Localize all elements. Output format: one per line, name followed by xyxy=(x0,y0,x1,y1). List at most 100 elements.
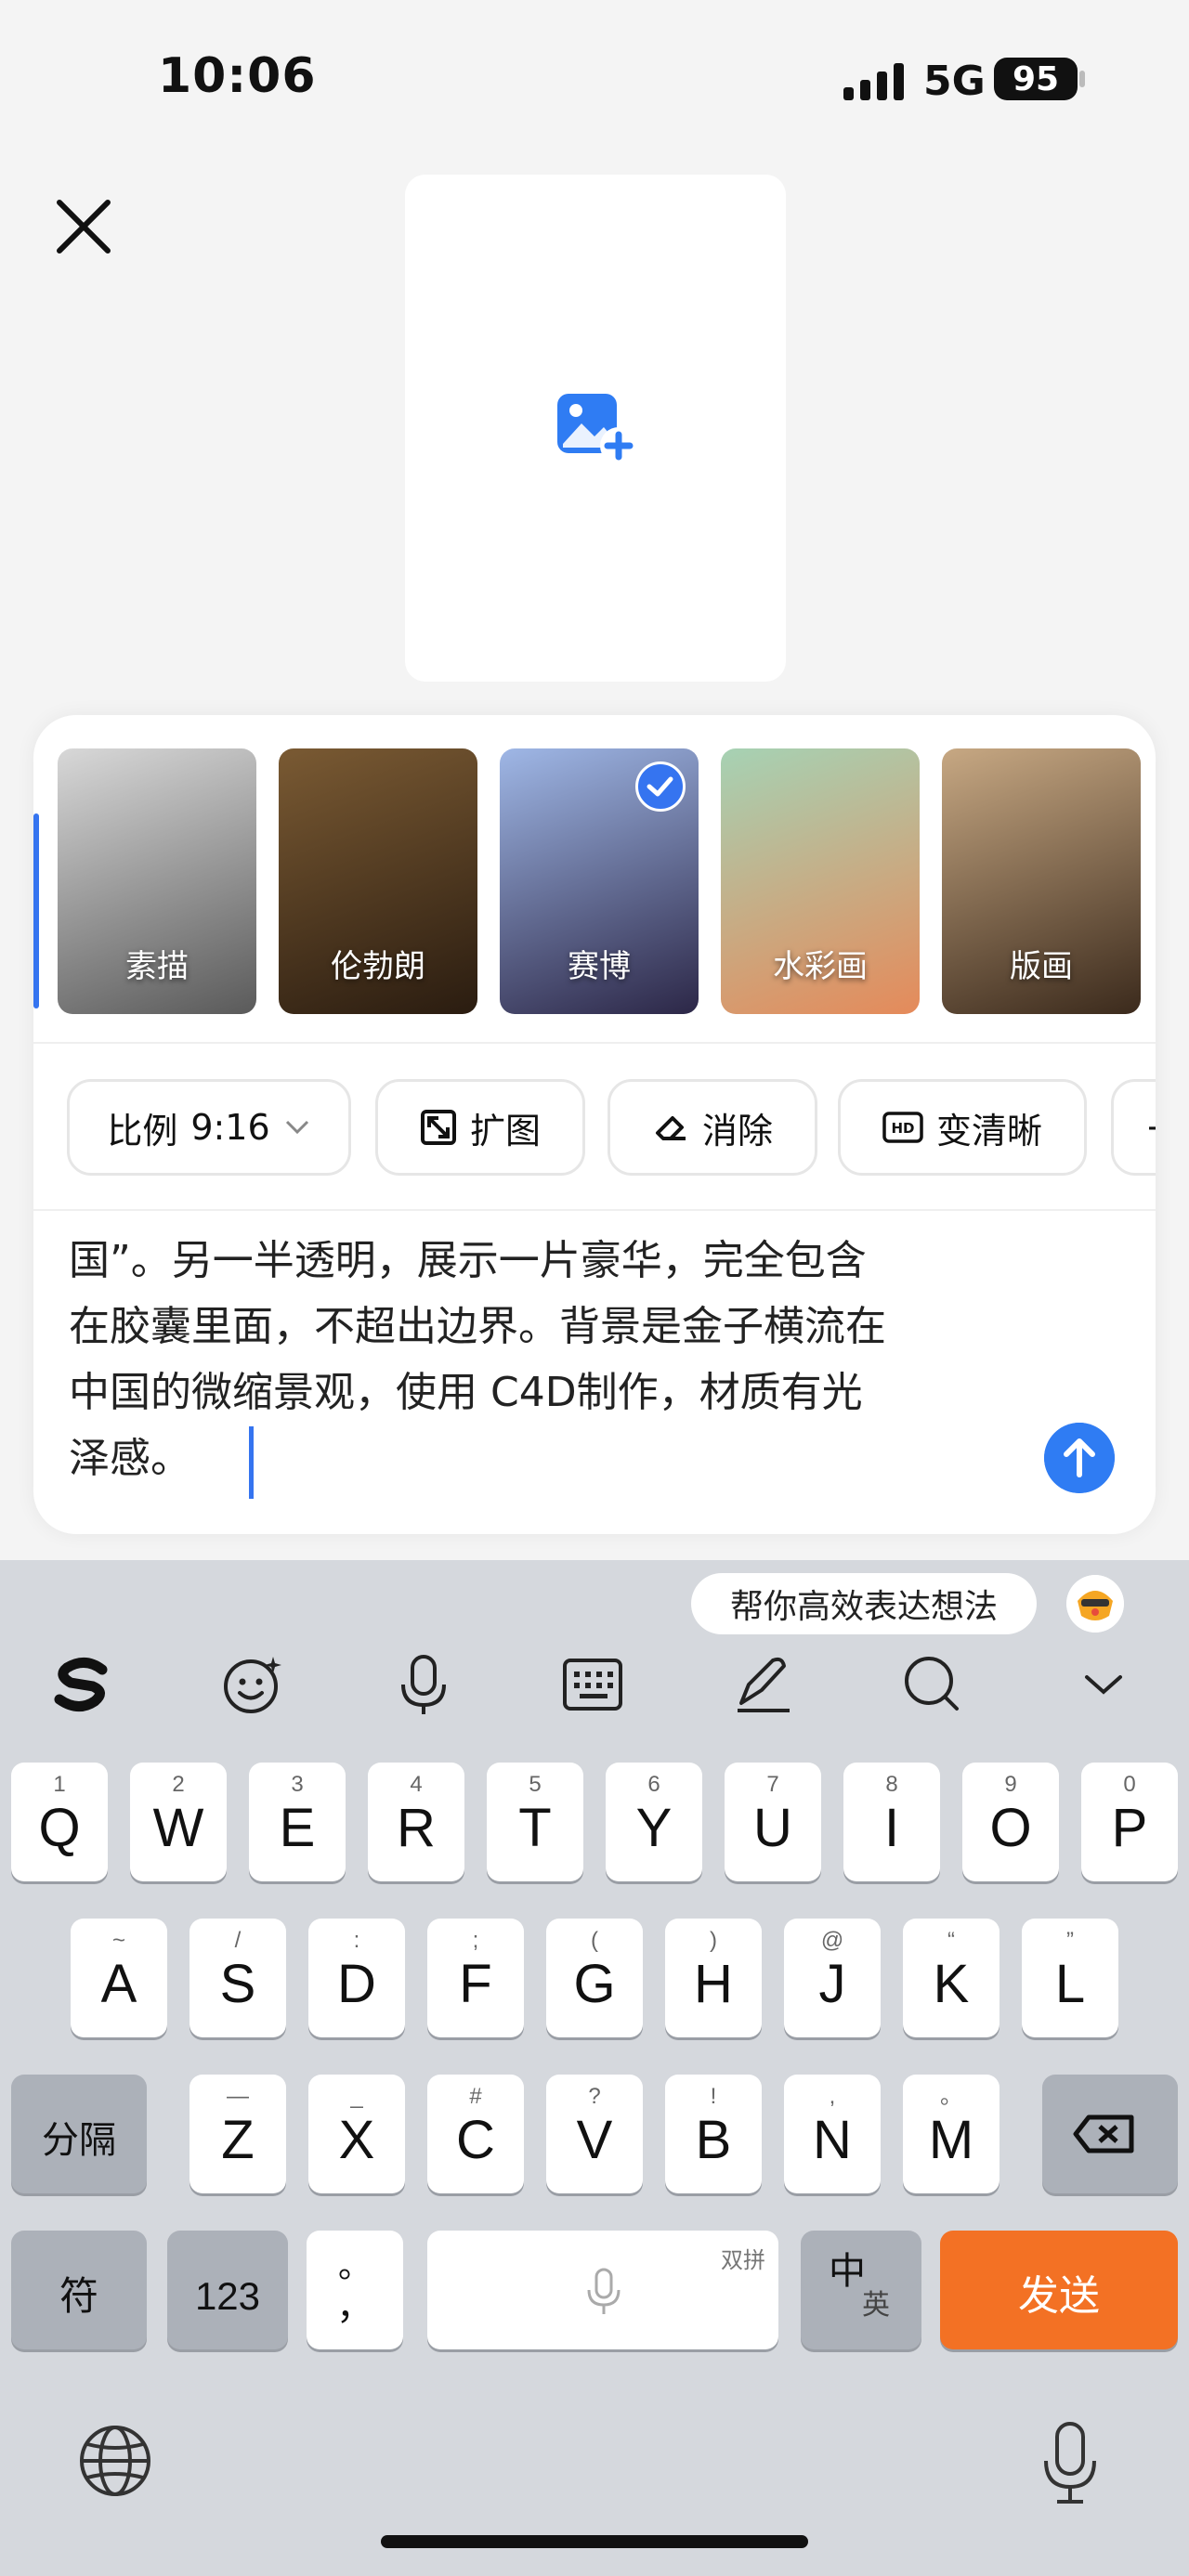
key-hint: ! xyxy=(710,2084,717,2109)
key-q[interactable]: 1Q xyxy=(11,1763,108,1881)
key-y[interactable]: 6Y xyxy=(606,1763,702,1881)
key-label: Y xyxy=(635,1798,673,1858)
key-o[interactable]: 9O xyxy=(962,1763,1059,1881)
prompt-input[interactable]: 国”。另一半透明，展示一片豪华，完全包含 在胶囊里面，不超出边界。背景是金子横流… xyxy=(69,1228,1035,1491)
close-icon[interactable] xyxy=(52,195,115,258)
key-hint: 7 xyxy=(766,1772,779,1797)
key-label: O xyxy=(989,1798,1032,1858)
key-hint: ? xyxy=(588,2084,601,2109)
key-v[interactable]: ? V xyxy=(546,2075,643,2193)
send-arrow-button[interactable] xyxy=(1044,1423,1115,1493)
key-hint: “ xyxy=(947,1928,955,1953)
key-label: K xyxy=(933,1954,970,2014)
key-e[interactable]: 3E xyxy=(249,1763,346,1881)
key-d[interactable]: :D xyxy=(308,1919,405,2037)
key-hint: 6 xyxy=(647,1772,660,1797)
key-r[interactable]: 4R xyxy=(368,1763,464,1881)
key-label: M xyxy=(928,2110,974,2170)
symbols-key[interactable]: 符 xyxy=(11,2231,147,2349)
battery-tip xyxy=(1079,71,1085,87)
key-x[interactable]: _ X xyxy=(308,2075,405,2193)
key-j[interactable]: @ J xyxy=(784,1919,881,2037)
key-u[interactable]: 7U xyxy=(725,1763,821,1881)
key-s[interactable]: / S xyxy=(189,1919,286,2037)
key-n[interactable]: ,N xyxy=(784,2075,881,2193)
separator-key[interactable]: 分隔 xyxy=(11,2075,147,2193)
erase-button[interactable]: 消除 xyxy=(608,1079,817,1176)
key-hint: ) xyxy=(710,1928,717,1953)
punctuation-key[interactable]: 。， xyxy=(307,2231,403,2349)
key-i[interactable]: 8I xyxy=(843,1763,940,1881)
keyboard-layout-icon[interactable] xyxy=(559,1651,626,1718)
globe-icon[interactable] xyxy=(78,2424,152,2498)
style-thumb[interactable]: 水彩画 xyxy=(721,748,920,1014)
key-label: F xyxy=(459,1954,492,2014)
voice-input-icon[interactable] xyxy=(390,1651,457,1718)
style-thumb[interactable]: 伦勃朗 xyxy=(279,748,477,1014)
key-label: H xyxy=(694,1954,733,2014)
key-label: S xyxy=(219,1954,256,2014)
chevron-down-icon[interactable] xyxy=(1070,1651,1137,1718)
key-label: R xyxy=(397,1798,436,1858)
style-thumb[interactable]: 赛博 xyxy=(500,748,699,1014)
expand-button[interactable]: 扩图 xyxy=(375,1079,585,1176)
more-tools-label: + xyxy=(1145,1107,1156,1148)
key-hint: 2 xyxy=(172,1772,185,1797)
key-hint: — xyxy=(227,2084,249,2109)
key-label: 发送 xyxy=(1018,2273,1100,2319)
key-label: E xyxy=(279,1798,316,1858)
mascot-icon[interactable] xyxy=(1066,1575,1124,1633)
home-indicator[interactable] xyxy=(381,2535,808,2548)
key-label: T xyxy=(518,1798,552,1858)
key-c[interactable]: # C xyxy=(427,2075,524,2193)
key-label: 符 xyxy=(59,2274,98,2318)
key-label: D xyxy=(337,1954,376,2014)
key-label: P xyxy=(1111,1798,1148,1858)
key-w[interactable]: 2W xyxy=(130,1763,227,1881)
delete-key[interactable] xyxy=(1042,2075,1178,2193)
eraser-icon xyxy=(655,1116,686,1140)
style-thumb[interactable]: 素描 xyxy=(58,748,256,1014)
ratio-button[interactable]: 比例 9:16 xyxy=(67,1079,351,1176)
key-z[interactable]: — Z xyxy=(189,2075,286,2193)
battery-icon: 95 xyxy=(994,58,1078,100)
key-label: ， xyxy=(336,2286,373,2327)
key-label: Z xyxy=(221,2110,255,2170)
key-b[interactable]: ! B xyxy=(665,2075,762,2193)
enhance-button[interactable]: HD 变清晰 xyxy=(838,1079,1087,1176)
search-icon[interactable] xyxy=(899,1651,966,1718)
hd-icon: HD xyxy=(882,1112,923,1143)
key-hint: 4 xyxy=(410,1772,423,1797)
image-add-icon[interactable] xyxy=(554,390,637,464)
key-k[interactable]: “K xyxy=(903,1919,1000,2037)
key-label: A xyxy=(100,1954,137,2014)
key-l[interactable]: ” L xyxy=(1022,1919,1118,2037)
key-h[interactable]: ) H xyxy=(665,1919,762,2037)
key-label: 分隔 xyxy=(42,2120,116,2161)
handwriting-icon[interactable] xyxy=(730,1651,797,1718)
erase-label: 消除 xyxy=(701,1110,773,1151)
emoji-icon[interactable] xyxy=(219,1651,286,1718)
key-hint: / xyxy=(234,1928,242,1953)
key-hint: : xyxy=(353,1928,360,1953)
key-hint: 0 xyxy=(1123,1772,1136,1797)
ai-suggestion-pill[interactable]: 帮你高效表达想法 xyxy=(691,1573,1037,1634)
key-m[interactable]: 。 M xyxy=(903,2075,1000,2193)
style-label: 赛博 xyxy=(568,948,631,985)
numbers-key[interactable]: 123 xyxy=(167,2231,288,2349)
more-tools-button[interactable]: + xyxy=(1111,1079,1156,1176)
style-thumb[interactable]: 版画 xyxy=(942,748,1141,1014)
signal-icon xyxy=(843,61,905,100)
key-a[interactable]: ~ A xyxy=(71,1919,167,2037)
send-key[interactable]: 发送 xyxy=(940,2231,1178,2349)
microphone-icon[interactable] xyxy=(1039,2420,1102,2505)
key-f[interactable]: ; F xyxy=(427,1919,524,2037)
space-key[interactable]: 双拼 xyxy=(427,2231,778,2349)
language-switch-key[interactable]: 中英 xyxy=(801,2231,921,2349)
sogou-logo-icon[interactable] xyxy=(48,1651,115,1718)
key-g[interactable]: (G xyxy=(546,1919,643,2037)
generation-panel: 素描 伦勃朗 赛博 水彩画 版画 比例 9:16 扩图 消除 HD 变清晰 + xyxy=(33,715,1156,1534)
style-strip[interactable]: 素描 伦勃朗 赛博 水彩画 版画 xyxy=(33,748,1156,1021)
key-t[interactable]: 5T xyxy=(487,1763,583,1881)
key-p[interactable]: 0P xyxy=(1081,1763,1178,1881)
